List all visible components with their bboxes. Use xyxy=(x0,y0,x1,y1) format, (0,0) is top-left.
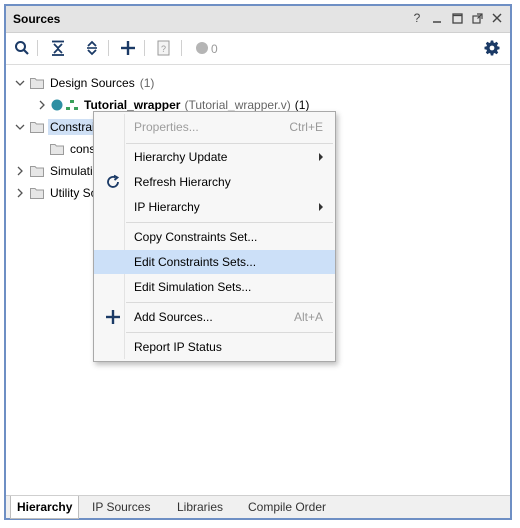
svg-text:?: ? xyxy=(161,44,166,54)
tree-item-label: Simulatio xyxy=(50,164,100,178)
folder-icon xyxy=(30,122,44,133)
menu-item-ip-hierarchy[interactable]: IP Hierarchy xyxy=(94,195,335,219)
close-icon[interactable] xyxy=(490,10,504,26)
collapse-all-icon[interactable] xyxy=(48,38,68,58)
folder-icon xyxy=(30,188,44,199)
context-menu: Properties... Ctrl+E Hierarchy Update Re… xyxy=(93,111,336,362)
status-count: 0 xyxy=(211,42,218,56)
tab-compile-order[interactable]: Compile Order xyxy=(248,496,326,518)
menu-item-properties[interactable]: Properties... Ctrl+E xyxy=(94,115,335,139)
sources-toolbar: ? 0 xyxy=(6,33,510,65)
submenu-arrow-icon xyxy=(319,153,323,161)
menu-item-label: Edit Constraints Sets... xyxy=(134,255,257,269)
chevron-down-icon[interactable] xyxy=(14,117,26,137)
tree-item-design-sources[interactable]: Design Sources (1) xyxy=(14,73,154,93)
bottom-tab-bar: Hierarchy IP Sources Libraries Compile O… xyxy=(6,495,510,519)
tree-item-label: Constrai xyxy=(48,119,97,135)
tab-libraries[interactable]: Libraries xyxy=(177,496,223,518)
search-icon[interactable] xyxy=(12,38,32,58)
menu-item-label: IP Hierarchy xyxy=(134,200,200,214)
gear-icon[interactable] xyxy=(482,38,502,58)
tree-item-count: (1) xyxy=(139,76,155,90)
menu-item-edit-constraints-sets[interactable]: Edit Constraints Sets... xyxy=(94,250,335,274)
menu-item-copy-constraints-set[interactable]: Copy Constraints Set... xyxy=(94,225,335,249)
panel-titlebar: Sources ? xyxy=(6,6,510,33)
tree-item-utility-sources[interactable]: Utility So xyxy=(14,183,97,203)
menu-item-add-sources[interactable]: Add Sources... Alt+A xyxy=(94,305,335,329)
tree-item-label: cons xyxy=(70,142,96,156)
chevron-right-icon[interactable] xyxy=(36,95,48,115)
module-file: (Tutorial_wrapper.v) xyxy=(184,98,291,112)
refresh-icon xyxy=(104,173,122,191)
window-controls: ? xyxy=(410,10,504,26)
tab-ip-sources[interactable]: IP Sources xyxy=(92,496,150,518)
float-icon[interactable] xyxy=(470,10,484,26)
chevron-down-icon[interactable] xyxy=(14,73,26,93)
menu-item-hierarchy-update[interactable]: Hierarchy Update xyxy=(94,145,335,169)
chevron-right-icon[interactable] xyxy=(14,183,26,203)
maximize-icon[interactable] xyxy=(450,10,464,26)
menu-item-edit-simulation-sets[interactable]: Edit Simulation Sets... xyxy=(94,275,335,299)
module-count: (1) xyxy=(294,98,310,112)
panel-title: Sources xyxy=(13,12,61,26)
menu-item-label: Copy Constraints Set... xyxy=(134,230,258,244)
add-icon xyxy=(104,308,122,326)
folder-icon xyxy=(50,144,64,155)
tree-item-constrs-set[interactable]: cons xyxy=(46,139,95,159)
menu-item-label: Edit Simulation Sets... xyxy=(134,280,252,294)
menu-item-shortcut: Alt+A xyxy=(293,310,323,324)
tree-item-simulation[interactable]: Simulatio xyxy=(14,161,99,181)
tree-item-constraints[interactable]: Constrai xyxy=(14,117,97,137)
minimize-icon[interactable] xyxy=(430,10,444,26)
menu-item-label: Report IP Status xyxy=(134,340,222,354)
module-name: Tutorial_wrapper xyxy=(84,98,181,112)
menu-item-shortcut: Ctrl+E xyxy=(289,120,323,134)
menu-item-label: Add Sources... xyxy=(134,310,213,324)
tree-item-label: Design Sources xyxy=(50,76,135,90)
menu-item-label: Properties... xyxy=(134,120,199,134)
properties-doc-icon[interactable]: ? xyxy=(154,38,174,58)
submenu-arrow-icon xyxy=(319,203,323,211)
expand-all-icon[interactable] xyxy=(82,38,102,58)
tab-hierarchy[interactable]: Hierarchy xyxy=(10,496,80,519)
status-circle-icon xyxy=(192,38,212,58)
hierarchy-icon xyxy=(66,100,78,110)
menu-item-report-ip-status[interactable]: Report IP Status xyxy=(94,335,335,359)
menu-item-refresh-hierarchy[interactable]: Refresh Hierarchy xyxy=(94,170,335,194)
folder-icon xyxy=(30,166,44,177)
top-module-dot-icon xyxy=(51,99,63,111)
help-icon[interactable]: ? xyxy=(410,10,424,26)
tree-item-label: Utility So xyxy=(50,186,98,200)
chevron-right-icon[interactable] xyxy=(14,161,26,181)
menu-item-label: Refresh Hierarchy xyxy=(134,175,231,189)
add-icon[interactable] xyxy=(118,38,138,58)
folder-icon xyxy=(30,78,44,89)
menu-item-label: Hierarchy Update xyxy=(134,150,228,164)
